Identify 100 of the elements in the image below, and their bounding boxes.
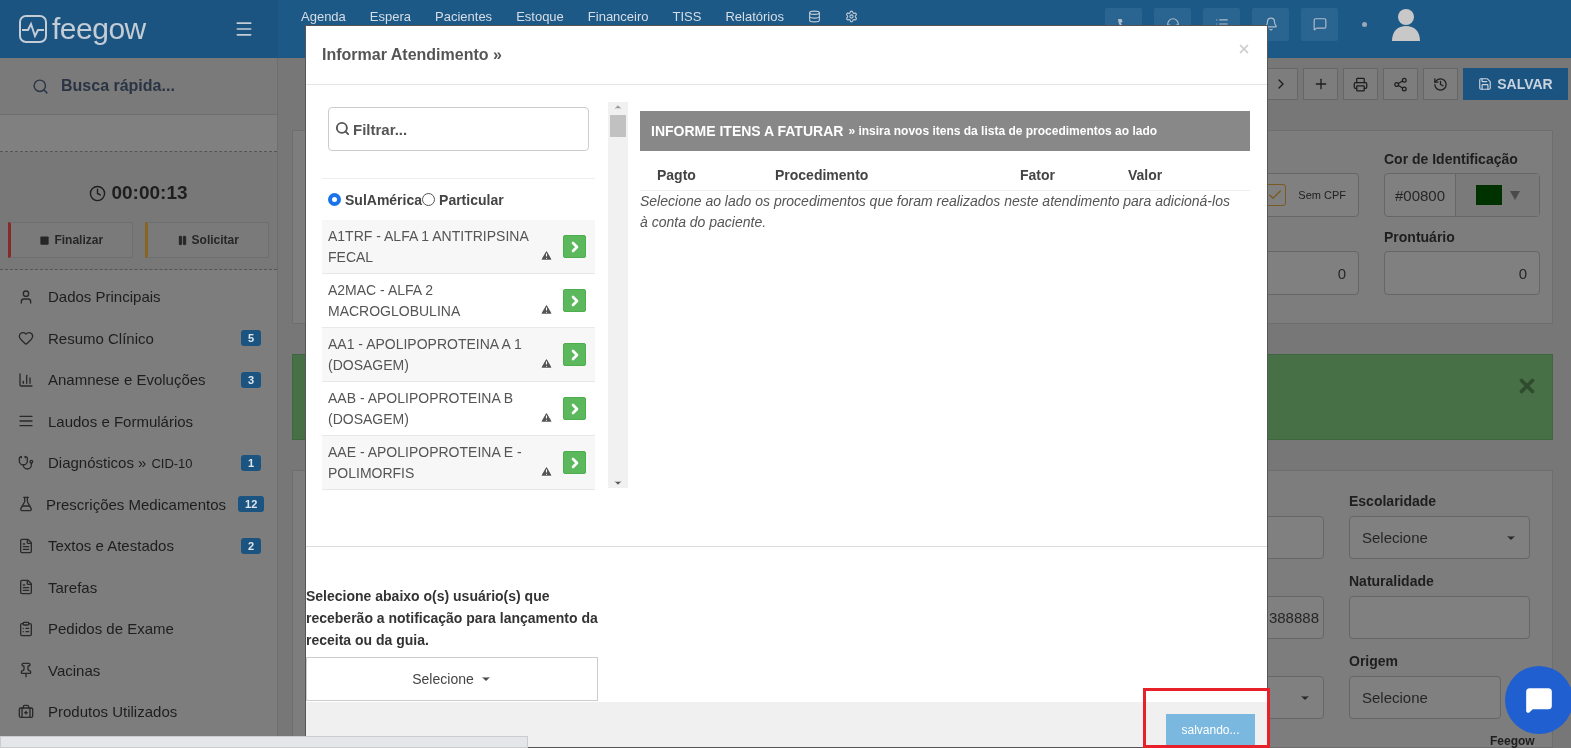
clipboard-icon	[18, 620, 34, 637]
color-swatch	[1475, 185, 1502, 205]
field-label: Naturalidade	[1349, 571, 1435, 591]
share-button[interactable]	[1383, 68, 1418, 100]
user-select[interactable]: Selecione	[306, 657, 598, 701]
medical-kit-icon	[18, 703, 34, 720]
scroll-down-icon[interactable]	[613, 478, 623, 488]
nav-link[interactable]: Estoque	[516, 8, 564, 24]
procedure-row[interactable]: AA1 - APOLIPOPROTEINA A 1 (DOSAGEM)	[322, 328, 595, 382]
logo-text: feegow	[52, 12, 146, 46]
nav-link[interactable]: Financeiro	[587, 8, 649, 24]
sidebar-item[interactable]: Resumo Clínico 5	[0, 317, 277, 359]
chat-button[interactable]	[1301, 7, 1338, 41]
color-field[interactable]: #00800	[1384, 173, 1540, 217]
finish-button[interactable]: Finalizar	[8, 222, 133, 258]
document-icon	[18, 579, 34, 596]
logo-icon	[18, 14, 48, 44]
sidebar-item[interactable]: Dados Principais	[0, 276, 277, 318]
field-label: Origem	[1349, 651, 1399, 671]
menu-icon[interactable]	[234, 19, 254, 39]
share-icon	[1393, 76, 1408, 92]
add-procedure-button[interactable]	[563, 289, 586, 312]
procedure-name: A1TRF - ALFA 1 ANTITRIPSINA FECAL	[328, 226, 530, 267]
field-label: Prontuário	[1384, 228, 1456, 247]
chat-icon	[1312, 17, 1327, 31]
floppy-icon	[1478, 77, 1493, 91]
procedure-row[interactable]: AAE - APOLIPOPROTEINA E - POLIMORFIS	[322, 436, 595, 490]
nav-link[interactable]: Espera	[369, 8, 412, 24]
radio-option[interactable]: Particular	[422, 191, 504, 208]
chat-icon	[1525, 686, 1553, 714]
sidebar-item[interactable]: Diagnósticos » CID-10 1	[0, 442, 277, 484]
scroll-thumb[interactable]	[610, 115, 626, 137]
column-header: Fator	[1019, 167, 1056, 183]
sidebar-item[interactable]: Tarefas	[0, 566, 277, 608]
request-button[interactable]: Solicitar	[144, 222, 269, 258]
history-icon	[1433, 76, 1448, 92]
add-procedure-button[interactable]	[563, 451, 586, 474]
add-procedure-button[interactable]	[563, 343, 586, 366]
stop-icon	[39, 234, 51, 246]
billing-title: INFORME ITENS A FATURAR	[651, 123, 844, 139]
bar-chart-icon	[18, 371, 34, 388]
add-procedure-button[interactable]	[563, 397, 586, 420]
add-procedure-button[interactable]	[563, 235, 586, 258]
caret-icon	[1509, 190, 1520, 200]
column-header: Procedimento	[774, 167, 870, 183]
sidebar-item[interactable]: Vacinas	[0, 649, 277, 691]
record-field[interactable]: 0	[1384, 251, 1540, 295]
save-button[interactable]: SALVAR	[1463, 68, 1568, 100]
brand-text: Feegow	[1490, 735, 1535, 748]
nav-link[interactable]: Pacientes	[435, 8, 493, 24]
warning-icon	[540, 411, 553, 424]
column-header: Pagto	[656, 167, 697, 183]
column-header: Valor	[1127, 167, 1164, 183]
field-label: Cor de Identificação	[1384, 150, 1519, 169]
select-field[interactable]: Selecione	[1349, 676, 1501, 719]
radio-button[interactable]	[422, 193, 436, 206]
sidebar-item[interactable]: Textos e Atestados 2	[0, 525, 277, 567]
empty-message: Selecione ao lado os procedimentos que foram realizados neste atendimento para adicioná-los à conta do paciente.	[640, 192, 1231, 232]
bell-icon	[1263, 17, 1278, 31]
billing-subtitle: » insira novos itens da lista de procedimentos ao lado	[848, 124, 1158, 138]
procedure-name: AAB - APOLIPOPROTEINA B (DOSAGEM)	[328, 388, 515, 429]
database-icon[interactable]	[807, 9, 821, 23]
nav-link[interactable]: TISS	[672, 8, 702, 24]
sidebar-item[interactable]: Laudos e Formulários	[0, 400, 277, 442]
field-label: Escolaridade	[1349, 491, 1438, 511]
sidebar-item[interactable]: Prescrições Medicamentos 12	[0, 483, 277, 525]
sidebar-item[interactable]: Anamnese e Evoluções 3	[0, 359, 277, 401]
heart-icon	[18, 330, 34, 347]
settings-icon[interactable]	[844, 9, 858, 23]
scrollbar[interactable]	[608, 102, 628, 488]
warning-icon	[540, 249, 553, 262]
print-button[interactable]	[1343, 68, 1378, 100]
warning-icon	[540, 357, 553, 370]
nav-link[interactable]: Relatórios	[725, 8, 784, 24]
select-field[interactable]: Selecione	[1349, 516, 1530, 559]
search-icon	[32, 77, 49, 95]
clock-icon	[89, 184, 107, 202]
sidebar-item[interactable]: Produtos Utilizados	[0, 691, 277, 733]
sidebar-item[interactable]: Pedidos de Exame	[0, 608, 277, 650]
user-icon	[18, 288, 34, 305]
timer-text: 00:00:13	[89, 182, 188, 204]
pin-icon	[18, 662, 34, 679]
status-dot	[1362, 21, 1367, 27]
history-button[interactable]	[1423, 68, 1458, 100]
text-field[interactable]	[1349, 596, 1530, 639]
warning-icon	[540, 465, 553, 478]
nav-link[interactable]: Agenda	[301, 8, 346, 24]
avatar-icon[interactable]	[1391, 7, 1421, 41]
printer-icon	[1353, 76, 1368, 92]
add-button[interactable]	[1303, 68, 1338, 100]
procedure-name: A2MAC - ALFA 2 MACROGLOBULINA	[328, 280, 462, 321]
radio-option[interactable]: SulAmérica	[328, 191, 423, 208]
stethoscope-icon	[18, 454, 34, 471]
procedure-name: AAE - APOLIPOPROTEINA E - POLIMORFIS	[328, 442, 523, 483]
procedure-row[interactable]: A1TRF - ALFA 1 ANTITRIPSINA FECAL	[322, 220, 595, 274]
filter-field[interactable]: Filtrar...	[328, 107, 589, 151]
notification-text: Selecione abaixo o(s) usuário(s) que receberão a notificação para lançamento da receita ou da guia.	[306, 587, 599, 650]
radio-button[interactable]	[328, 193, 341, 206]
procedure-name: AA1 - APOLIPOPROTEINA A 1 (DOSAGEM)	[328, 334, 523, 375]
scroll-up-icon[interactable]	[613, 102, 623, 112]
